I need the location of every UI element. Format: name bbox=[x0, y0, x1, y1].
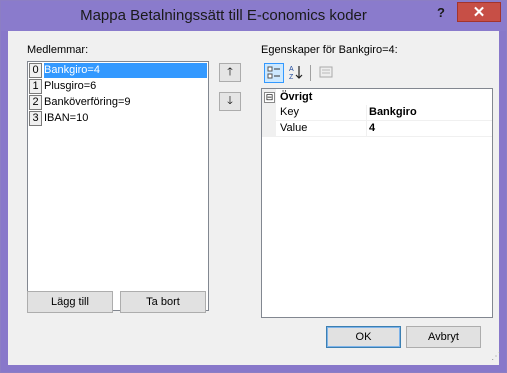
properties-label: Egenskaper för Bankgiro=4: bbox=[261, 44, 398, 56]
help-button[interactable]: ? bbox=[431, 4, 451, 22]
close-button[interactable]: ✕ bbox=[457, 2, 501, 22]
members-label: Medlemmar: bbox=[27, 44, 89, 56]
list-item[interactable]: 0 Bankgiro=4 bbox=[29, 63, 207, 78]
window-title: Mappa Betalningssätt till E-conomics kod… bbox=[80, 7, 367, 24]
arrow-down-icon: 🡓 bbox=[227, 95, 233, 107]
property-name: Value bbox=[280, 122, 308, 134]
ok-button[interactable]: OK bbox=[326, 326, 401, 348]
list-item[interactable]: 3 IBAN=10 bbox=[29, 111, 207, 126]
list-item-text: Banköverföring=9 bbox=[44, 96, 131, 108]
list-item-text: Bankgiro=4 bbox=[44, 63, 207, 78]
dialog-window: Mappa Betalningssätt till E-conomics kod… bbox=[0, 0, 507, 373]
property-row[interactable]: Value 4 bbox=[262, 121, 492, 137]
list-item-text: IBAN=10 bbox=[44, 112, 89, 124]
list-item-index: 2 bbox=[29, 95, 42, 110]
close-icon: ✕ bbox=[472, 4, 486, 21]
list-item-index: 3 bbox=[29, 111, 42, 126]
list-item[interactable]: 2 Banköverföring=9 bbox=[29, 95, 207, 110]
arrow-up-icon: 🡑 bbox=[227, 66, 233, 78]
category-row[interactable]: ⊟ Övrigt bbox=[262, 90, 492, 105]
categorized-button[interactable] bbox=[264, 63, 284, 83]
categorized-icon bbox=[267, 66, 280, 79]
toolbar-separator bbox=[310, 65, 311, 81]
list-item-index: 1 bbox=[29, 79, 42, 94]
property-pages-button[interactable] bbox=[316, 63, 336, 83]
move-up-button[interactable]: 🡑 bbox=[219, 63, 241, 82]
property-row[interactable]: Key Bankgiro bbox=[262, 105, 492, 121]
title-bar[interactable]: Mappa Betalningssätt till E-conomics kod… bbox=[1, 1, 506, 31]
column-divider bbox=[366, 121, 367, 136]
alphabetical-button[interactable]: A Z bbox=[286, 63, 306, 83]
remove-button[interactable]: Ta bort bbox=[120, 291, 206, 313]
dialog-client-area: Medlemmar: 0 Bankgiro=4 1 Plusgiro=6 2 B… bbox=[8, 31, 501, 365]
members-listbox[interactable]: 0 Bankgiro=4 1 Plusgiro=6 2 Banköverföri… bbox=[27, 61, 209, 311]
collapse-icon[interactable]: ⊟ bbox=[264, 92, 275, 103]
property-value[interactable]: 4 bbox=[369, 121, 375, 136]
property-value[interactable]: Bankgiro bbox=[369, 105, 417, 120]
property-pages-icon bbox=[319, 66, 333, 78]
list-item[interactable]: 1 Plusgiro=6 bbox=[29, 79, 207, 94]
property-name: Key bbox=[280, 106, 299, 118]
column-divider bbox=[366, 105, 367, 120]
resize-grip-icon[interactable]: ⋰ bbox=[491, 351, 501, 362]
property-grid-toolbar: A Z bbox=[261, 62, 493, 84]
move-down-button[interactable]: 🡓 bbox=[219, 92, 241, 111]
category-name: Övrigt bbox=[280, 91, 313, 103]
svg-text:A: A bbox=[289, 66, 294, 73]
sort-alphabetical-icon: A Z bbox=[289, 66, 303, 81]
add-button[interactable]: Lägg till bbox=[27, 291, 113, 313]
cancel-button[interactable]: Avbryt bbox=[406, 326, 481, 348]
list-item-index: 0 bbox=[29, 63, 42, 78]
list-item-text: Plusgiro=6 bbox=[44, 80, 97, 92]
property-grid[interactable]: ⊟ Övrigt Key Bankgiro Value 4 bbox=[261, 88, 493, 318]
svg-text:Z: Z bbox=[289, 74, 294, 80]
